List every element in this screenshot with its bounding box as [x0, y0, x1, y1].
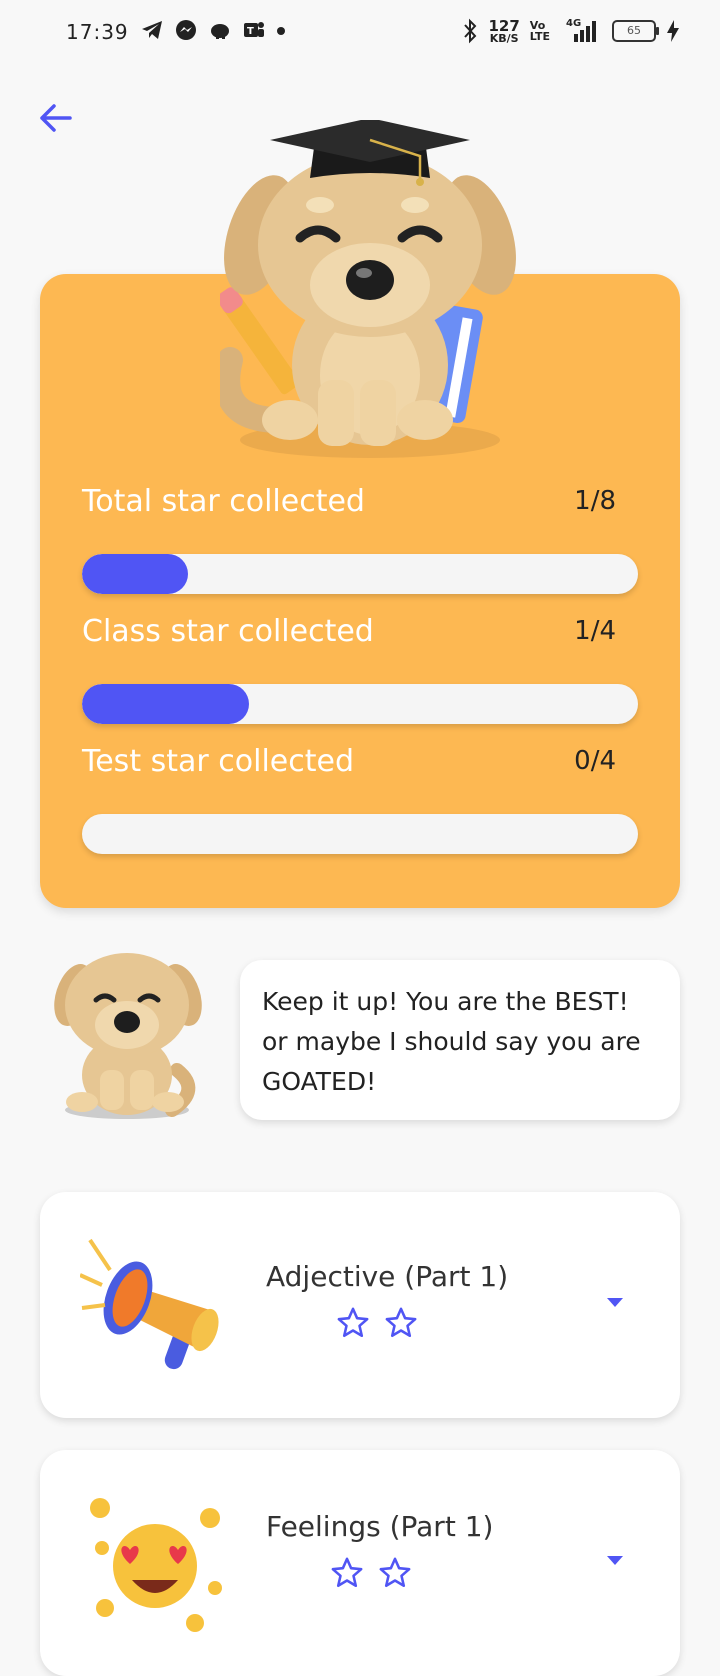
class-star-label: Class star collected — [82, 614, 374, 649]
test-star-progress-bar — [82, 814, 638, 854]
graduate-puppy-mascot-icon — [220, 120, 516, 458]
class-star-progress-bar — [82, 684, 638, 724]
telegram-icon — [142, 21, 162, 39]
encouragement-bubble: Keep it up! You are the BEST! or maybe I… — [240, 960, 680, 1120]
teams-icon: T — [244, 22, 264, 37]
test-star-count: 0/4 — [574, 746, 616, 776]
system-icons: 127 KB/S Vo LTE 4G 65 — [462, 18, 680, 44]
lesson-card-adjective[interactable]: Adjective (Part 1) — [40, 1192, 680, 1418]
class-star-count: 1/4 — [574, 616, 616, 646]
battery-icon: 65 — [612, 20, 659, 42]
signal-icon: 4G — [560, 18, 602, 44]
total-star-count: 1/8 — [574, 486, 616, 516]
status-bar: 17:39 T 127 KB/S Vo LTE 4G 65 — [0, 0, 720, 66]
back-arrow-icon[interactable] — [34, 96, 78, 140]
chevron-down-icon[interactable] — [606, 1554, 624, 1566]
lesson-stars — [336, 1306, 418, 1344]
volte-bottom: LTE — [529, 30, 550, 43]
piggy-bank-icon — [211, 24, 229, 39]
star-icon — [336, 1306, 370, 1344]
lesson-title: Feelings (Part 1) — [266, 1510, 494, 1543]
star-icon — [378, 1556, 412, 1594]
charging-icon — [667, 20, 679, 42]
megaphone-icon — [80, 1238, 219, 1370]
star-icon — [330, 1556, 364, 1594]
signal-bars-icon — [574, 21, 596, 42]
messenger-icon — [176, 20, 196, 40]
total-star-label: Total star collected — [82, 484, 365, 519]
network-speed-unit: KB/S — [489, 31, 519, 45]
status-time: 17:39 — [66, 20, 129, 44]
bluetooth-icon — [464, 18, 477, 44]
chevron-down-icon[interactable] — [606, 1296, 624, 1308]
puppy-mascot-icon — [54, 953, 202, 1119]
lesson-card-feelings[interactable]: Feelings (Part 1) — [40, 1450, 680, 1676]
network-speed: 127 KB/S — [488, 16, 520, 45]
total-star-progress-fill — [82, 554, 188, 594]
lesson-title: Adjective (Part 1) — [266, 1260, 509, 1293]
notification-icons: T — [140, 18, 286, 42]
volte-indicator: Vo LTE — [530, 20, 550, 42]
class-star-progress-fill — [82, 684, 249, 724]
more-notifications-dot-icon — [277, 27, 285, 35]
heart-eyes-emoji-icon — [90, 1498, 222, 1632]
lesson-stars — [330, 1556, 412, 1594]
star-icon — [384, 1306, 418, 1344]
network-speed-value: 127 — [488, 16, 520, 35]
svg-text:T: T — [247, 26, 254, 37]
test-star-label: Test star collected — [82, 744, 354, 779]
total-star-progress-bar — [82, 554, 638, 594]
